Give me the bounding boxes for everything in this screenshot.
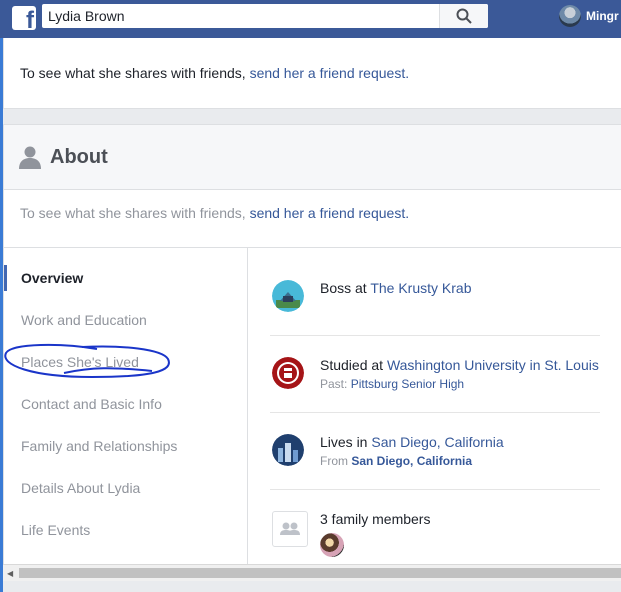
sidebar-item-details[interactable]: Details About Lydia [21, 480, 140, 496]
overview-separator [270, 489, 600, 490]
education-text: Studied at Washington University in St. … [320, 357, 599, 373]
current-city-link[interactable]: San Diego, California [371, 434, 503, 450]
work-text: Boss at The Krusty Krab [320, 280, 472, 296]
horizontal-scrollbar[interactable]: ◀ [3, 564, 621, 581]
overview-separator [270, 335, 600, 336]
annotation-ellipse [4, 343, 170, 379]
sidebar-item-work-education[interactable]: Work and Education [21, 312, 147, 328]
pittsburg-high-link[interactable]: Pittsburg Senior High [351, 377, 464, 391]
search-box [42, 4, 488, 28]
about-friend-message: To see what she shares with friends, sen… [20, 205, 409, 221]
sidebar-item-family-relationships[interactable]: Family and Relationships [21, 438, 177, 454]
active-indicator [4, 265, 7, 291]
family-member-avatar[interactable] [320, 533, 344, 557]
bottom-strip [3, 581, 621, 592]
workplace-icon[interactable] [272, 280, 304, 312]
hometown-text: From San Diego, California [320, 454, 473, 468]
search-button[interactable] [439, 4, 488, 28]
person-icon [19, 146, 41, 169]
username-link[interactable]: Mingr [586, 9, 619, 23]
university-seal-icon[interactable] [272, 357, 304, 389]
sidebar-item-overview[interactable]: Overview [21, 270, 83, 286]
city-icon[interactable] [272, 434, 304, 466]
user-avatar[interactable] [559, 5, 581, 27]
about-header: About [4, 125, 621, 190]
friend-request-card: To see what she shares with friends, sen… [3, 38, 621, 109]
scroll-left-icon[interactable]: ◀ [7, 569, 13, 578]
about-friend-text: To see what she shares with friends, [20, 205, 250, 221]
lives-text: Lives in San Diego, California [320, 434, 504, 450]
sidebar-item-contact-info[interactable]: Contact and Basic Info [21, 396, 162, 412]
facebook-logo-icon[interactable]: f [12, 6, 36, 30]
overview-panel: Boss at The Krusty Krab Studied at Washi… [248, 248, 621, 565]
past-school-text: Past: Pittsburg Senior High [320, 377, 465, 391]
family-count-text: 3 family members [320, 511, 431, 527]
friend-request-message: To see what she shares with friends, sen… [20, 65, 409, 81]
about-sidebar-nav: Overview Work and Education Places She's… [4, 248, 248, 565]
scrollbar-thumb[interactable] [19, 568, 621, 578]
overview-separator [270, 412, 600, 413]
people-icon [272, 511, 308, 547]
send-friend-request-link[interactable]: send her a friend request. [250, 65, 410, 81]
hometown-link[interactable]: San Diego, California [351, 454, 472, 468]
about-send-friend-request-link[interactable]: send her a friend request. [250, 205, 410, 221]
top-navigation-bar: f Mingr [0, 0, 621, 39]
search-icon [456, 8, 472, 24]
about-title: About [50, 146, 108, 168]
friend-request-text: To see what she shares with friends, [20, 65, 250, 81]
sidebar-item-life-events[interactable]: Life Events [21, 522, 90, 538]
search-input[interactable] [48, 7, 428, 25]
krusty-krab-link[interactable]: The Krusty Krab [370, 280, 471, 296]
washu-link[interactable]: Washington University in St. Louis [387, 357, 599, 373]
about-card: About To see what she shares with friend… [3, 124, 621, 566]
